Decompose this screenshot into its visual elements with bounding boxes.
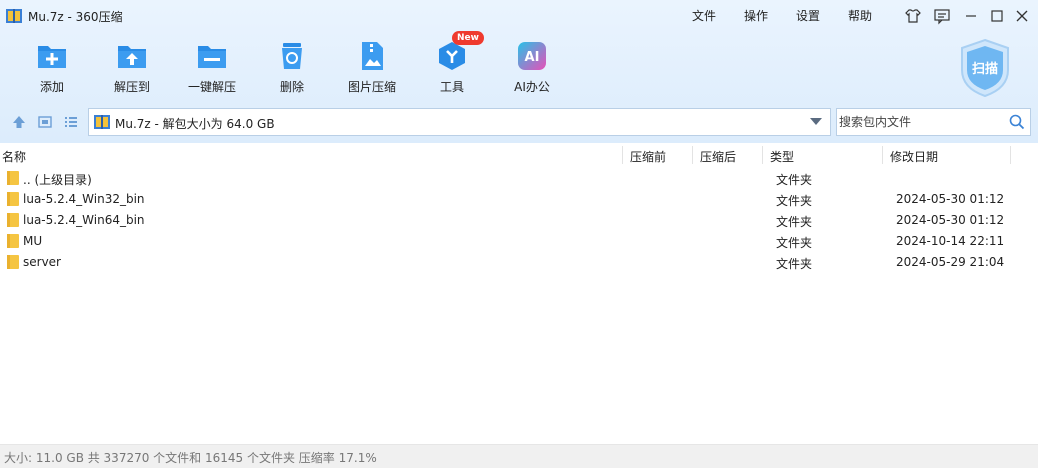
table-row[interactable]: lua-5.2.4_Win64_bin 文件夹 2024-05-30 01:12 bbox=[0, 210, 1038, 231]
search-box bbox=[836, 108, 1031, 136]
thumbnail-view-icon[interactable] bbox=[37, 114, 53, 130]
one-click-extract-icon bbox=[198, 46, 226, 68]
delete-label: 删除 bbox=[279, 80, 304, 94]
extract-to-button[interactable]: 解压到 bbox=[97, 38, 167, 96]
image-compress-button[interactable]: 图片压缩 bbox=[337, 38, 407, 96]
title-bar: Mu.7z - 360压缩 文件 操作 设置 帮助 bbox=[0, 0, 1038, 32]
tools-button[interactable]: 工具 bbox=[417, 38, 487, 96]
folder-icon bbox=[7, 234, 19, 248]
skin-icon[interactable] bbox=[904, 7, 922, 25]
up-level-icon[interactable] bbox=[11, 114, 27, 130]
folder-icon bbox=[7, 192, 19, 206]
add-folder-icon bbox=[38, 46, 66, 68]
row-date: 2024-05-30 01:12 bbox=[896, 192, 1005, 206]
row-name: server bbox=[23, 255, 61, 269]
col-before[interactable]: 压缩前 bbox=[630, 148, 666, 165]
path-text: Mu.7z - 解包大小为 64.0 GB bbox=[115, 117, 275, 131]
window-title: Mu.7z - 360压缩 bbox=[28, 10, 123, 24]
folder-icon bbox=[7, 171, 19, 185]
image-compress-icon bbox=[362, 42, 383, 70]
archive-icon bbox=[94, 115, 110, 129]
extract-to-icon bbox=[118, 46, 146, 68]
svg-text:AI: AI bbox=[525, 50, 540, 65]
column-divider[interactable] bbox=[1010, 146, 1011, 164]
add-button[interactable]: 添加 bbox=[17, 38, 87, 96]
add-label: 添加 bbox=[39, 80, 64, 94]
maximize-icon[interactable] bbox=[988, 7, 1006, 25]
table-row[interactable]: .. (上级目录) 文件夹 bbox=[0, 168, 1038, 189]
ai-icon: AI bbox=[518, 42, 546, 70]
top-panel: Mu.7z - 360压缩 文件 操作 设置 帮助 添加 解压到 一键解压 删除… bbox=[0, 0, 1038, 143]
new-badge: New bbox=[452, 31, 484, 45]
tools-label: 工具 bbox=[439, 80, 464, 94]
menu-file[interactable]: 文件 bbox=[692, 7, 716, 24]
col-type[interactable]: 类型 bbox=[770, 148, 794, 165]
row-type: 文件夹 bbox=[776, 173, 813, 187]
ai-office-label: AI办公 bbox=[514, 80, 550, 94]
extract-to-label: 解压到 bbox=[113, 80, 150, 94]
path-dropdown[interactable]: Mu.7z - 解包大小为 64.0 GB bbox=[88, 108, 831, 136]
folder-icon bbox=[7, 255, 19, 269]
row-name: lua-5.2.4_Win64_bin bbox=[23, 213, 145, 227]
status-bar: 大小: 11.0 GB 共 337270 个文件和 16145 个文件夹 压缩率… bbox=[0, 444, 1038, 468]
row-type: 文件夹 bbox=[776, 257, 813, 271]
col-modified[interactable]: 修改日期 bbox=[890, 148, 938, 165]
column-divider[interactable] bbox=[762, 146, 763, 164]
close-icon[interactable] bbox=[1013, 7, 1031, 25]
row-date: 2024-05-29 21:04 bbox=[896, 255, 1005, 269]
delete-button[interactable]: 删除 bbox=[257, 38, 327, 96]
row-name: .. (上级目录) bbox=[23, 173, 92, 187]
ai-office-button[interactable]: AI AI办公 bbox=[497, 38, 567, 96]
scan-button[interactable]: 扫描 bbox=[958, 38, 1012, 98]
table-row[interactable]: server 文件夹 2024-05-29 21:04 bbox=[0, 252, 1038, 273]
folder-icon bbox=[7, 213, 19, 227]
table-row[interactable]: MU 文件夹 2024-10-14 22:11 bbox=[0, 231, 1038, 252]
trash-icon bbox=[282, 43, 302, 69]
app-logo-icon bbox=[6, 9, 22, 23]
col-name[interactable]: 名称 bbox=[2, 148, 26, 165]
column-divider[interactable] bbox=[622, 146, 623, 164]
row-name: MU bbox=[23, 234, 43, 248]
row-date: 2024-10-14 22:11 bbox=[896, 234, 1005, 248]
list-view-icon[interactable] bbox=[63, 114, 79, 130]
col-after[interactable]: 压缩后 bbox=[700, 148, 736, 165]
column-divider[interactable] bbox=[692, 146, 693, 164]
minimize-icon[interactable] bbox=[962, 7, 980, 25]
column-divider[interactable] bbox=[882, 146, 883, 164]
row-type: 文件夹 bbox=[776, 215, 813, 229]
row-name: lua-5.2.4_Win32_bin bbox=[23, 192, 145, 206]
table-row[interactable]: lua-5.2.4_Win32_bin 文件夹 2024-05-30 01:12 bbox=[0, 189, 1038, 210]
row-type: 文件夹 bbox=[776, 194, 813, 208]
status-text: 大小: 11.0 GB 共 337270 个文件和 16145 个文件夹 压缩率… bbox=[4, 451, 377, 465]
menu-operate[interactable]: 操作 bbox=[744, 7, 768, 24]
scan-label: 扫描 bbox=[971, 62, 998, 77]
row-type: 文件夹 bbox=[776, 236, 813, 250]
menu-settings[interactable]: 设置 bbox=[796, 7, 820, 24]
chevron-down-icon[interactable] bbox=[810, 118, 822, 125]
search-input[interactable] bbox=[838, 110, 1003, 134]
nav-bar: Mu.7z - 解包大小为 64.0 GB bbox=[0, 106, 1038, 138]
row-date: 2024-05-30 01:12 bbox=[896, 213, 1005, 227]
search-icon[interactable] bbox=[1009, 114, 1025, 130]
image-compress-label: 图片压缩 bbox=[347, 80, 396, 94]
feedback-icon[interactable] bbox=[933, 7, 951, 25]
menu-help[interactable]: 帮助 bbox=[848, 7, 872, 24]
one-click-extract-button[interactable]: 一键解压 bbox=[177, 38, 247, 96]
one-click-extract-label: 一键解压 bbox=[187, 80, 236, 94]
